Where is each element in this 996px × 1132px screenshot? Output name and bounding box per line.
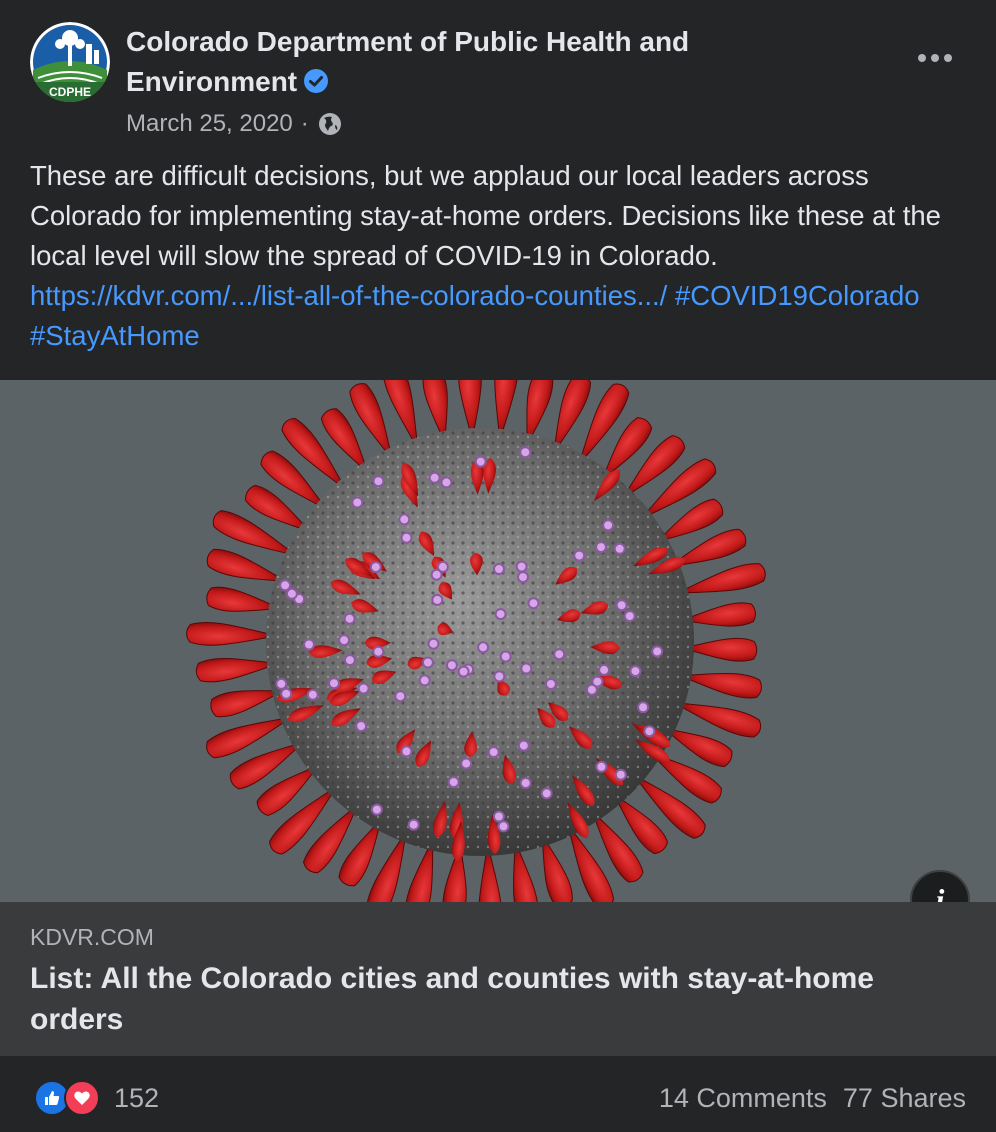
membrane-protein — [544, 678, 557, 690]
membrane-protein — [591, 675, 604, 688]
virus-texture — [266, 428, 694, 856]
coronavirus-illustration — [186, 380, 766, 902]
membrane-protein — [573, 549, 586, 562]
membrane-protein — [328, 677, 340, 690]
membrane-protein — [519, 777, 532, 789]
membrane-protein — [477, 641, 490, 654]
membrane-protein — [457, 665, 470, 678]
page-avatar[interactable]: CDPHE — [30, 22, 110, 102]
membrane-protein — [355, 720, 368, 733]
membrane-protein — [615, 599, 628, 612]
membrane-protein — [421, 656, 434, 669]
membrane-protein — [637, 701, 650, 714]
membrane-protein — [493, 563, 505, 575]
membrane-protein — [445, 659, 458, 672]
membrane-protein — [602, 519, 615, 532]
membrane-protein — [623, 610, 636, 623]
more-options-button[interactable] — [910, 44, 960, 72]
hashtag-covid19colorado[interactable]: #COVID19Colorado — [675, 280, 920, 311]
membrane-protein — [369, 561, 382, 574]
cdphe-logo-icon: CDPHE — [30, 22, 110, 102]
membrane-protein — [343, 612, 356, 625]
membrane-protein — [280, 687, 293, 700]
post-image[interactable] — [0, 380, 996, 902]
membrane-protein — [398, 513, 411, 526]
comments-link[interactable]: 14 Comments — [659, 1083, 827, 1114]
engagement-stats: 14 Comments 77 Shares — [659, 1078, 966, 1118]
membrane-protein — [343, 654, 356, 667]
membrane-protein — [394, 690, 407, 703]
link-domain: KDVR.COM — [30, 924, 154, 950]
post-link[interactable]: https://kdvr.com/.../list-all-of-the-col… — [30, 280, 667, 311]
reaction-count: 152 — [114, 1082, 160, 1113]
page-name[interactable]: Colorado Department of Public Health and… — [126, 22, 786, 102]
love-icon — [64, 1080, 100, 1116]
membrane-protein — [517, 739, 530, 752]
link-title[interactable]: List: All the Colorado cities and counti… — [30, 958, 930, 1040]
verified-check-icon — [304, 69, 329, 93]
membrane-protein — [370, 803, 383, 816]
membrane-protein — [613, 542, 626, 555]
membrane-protein — [279, 579, 292, 592]
membrane-protein — [487, 746, 500, 759]
membrane-protein — [651, 645, 664, 658]
membrane-protein — [614, 768, 627, 781]
membrane-protein — [460, 757, 473, 770]
membrane-protein — [643, 725, 656, 738]
membrane-protein — [400, 745, 413, 758]
membrane-protein — [474, 455, 487, 468]
membrane-protein — [629, 665, 642, 678]
spike-protein — [186, 621, 279, 646]
hashtag-stayathome[interactable]: #StayAtHome — [30, 320, 200, 351]
membrane-protein — [540, 787, 553, 800]
membrane-protein — [427, 637, 440, 650]
membrane-protein — [372, 475, 385, 488]
membrane-protein — [497, 820, 510, 833]
post-text: These are difficult decisions, but we ap… — [30, 156, 970, 356]
membrane-protein — [494, 608, 507, 621]
more-dot-icon — [944, 54, 952, 62]
post-meta: March 25, 2020 · — [126, 106, 343, 142]
membrane-protein — [515, 560, 528, 573]
membrane-protein — [520, 662, 533, 675]
post-date[interactable]: March 25, 2020 — [126, 106, 293, 142]
link-preview[interactable]: KDVR.COM List: All the Colorado cities a… — [0, 902, 996, 1056]
membrane-protein — [372, 645, 385, 658]
membrane-protein — [492, 810, 505, 823]
membrane-protein — [357, 682, 370, 695]
membrane-protein — [493, 670, 506, 683]
membrane-protein — [519, 446, 532, 459]
membrane-protein — [428, 471, 441, 484]
membrane-protein — [436, 560, 449, 573]
more-dot-icon — [918, 54, 926, 62]
more-dot-icon — [931, 54, 939, 62]
membrane-protein — [595, 541, 607, 554]
membrane-protein — [517, 571, 529, 584]
globe-icon[interactable] — [317, 111, 343, 137]
facebook-post: CDPHE Colorado Department of Public Heal… — [0, 0, 996, 1132]
post-footer: 152 14 Comments 77 Shares — [0, 1056, 996, 1132]
membrane-protein — [303, 638, 315, 651]
reactions-summary[interactable]: 152 — [34, 1078, 159, 1118]
membrane-protein — [351, 496, 364, 509]
membrane-protein — [306, 688, 319, 701]
author-name[interactable]: Colorado Department of Public Health and… — [126, 26, 689, 97]
membrane-protein — [431, 593, 444, 606]
membrane-protein — [527, 597, 540, 610]
membrane-protein — [598, 663, 611, 676]
membrane-protein — [275, 677, 288, 690]
membrane-protein — [440, 476, 453, 489]
membrane-protein — [553, 648, 566, 661]
avatar-label: CDPHE — [49, 85, 91, 99]
shares-link[interactable]: 77 Shares — [843, 1083, 966, 1114]
post-body: These are difficult decisions, but we ap… — [30, 160, 941, 271]
membrane-protein — [418, 674, 431, 687]
membrane-protein — [595, 760, 608, 773]
membrane-protein — [499, 650, 512, 663]
membrane-protein — [338, 634, 351, 647]
membrane-protein — [447, 776, 460, 789]
membrane-protein — [400, 531, 413, 544]
meta-separator: · — [300, 110, 309, 137]
membrane-protein — [407, 818, 420, 831]
